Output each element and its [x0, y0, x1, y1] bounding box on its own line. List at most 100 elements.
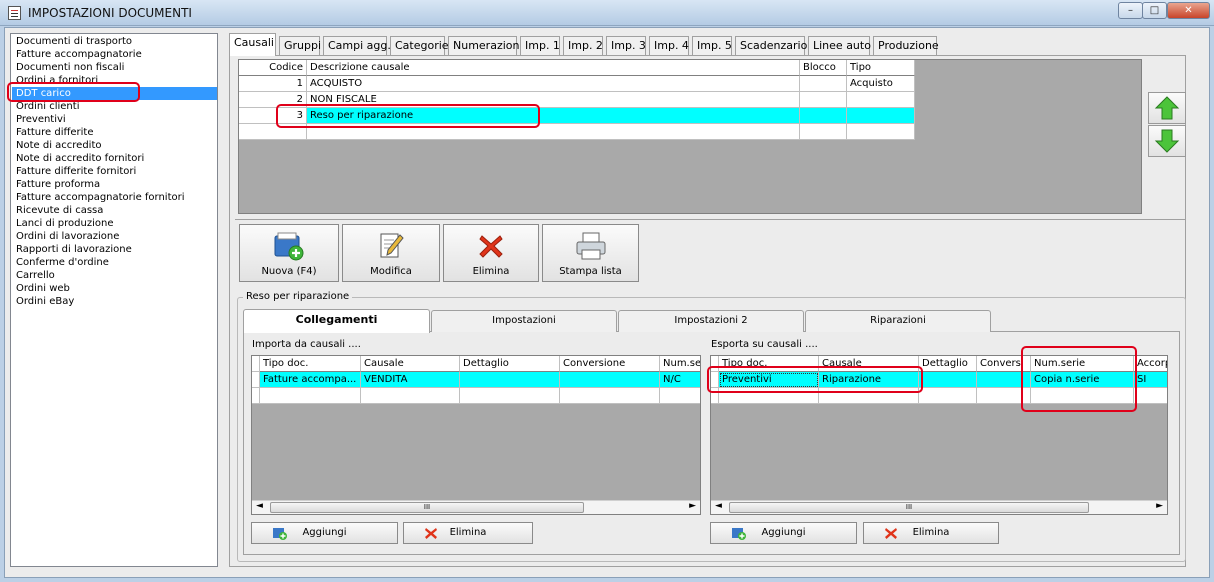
- horizontal-scrollbar[interactable]: ◄ III ►: [252, 500, 700, 514]
- new-button[interactable]: Nuova (F4): [239, 224, 339, 282]
- edit-button[interactable]: Modifica: [342, 224, 440, 282]
- list-item[interactable]: Documenti di trasporto: [12, 35, 217, 48]
- scroll-right-icon[interactable]: ►: [689, 501, 696, 511]
- add-document-icon: [274, 232, 304, 261]
- minimize-button[interactable]: –: [1118, 2, 1143, 19]
- column-header[interactable]: Accorp: [1134, 356, 1167, 372]
- table-cell[interactable]: [847, 92, 915, 108]
- importa-add-button[interactable]: Aggiungi: [251, 522, 398, 544]
- esporta-delete-button[interactable]: Elimina: [863, 522, 999, 544]
- table-cell-selected[interactable]: VENDITA: [361, 372, 460, 388]
- tab-imp-3[interactable]: Imp. 3: [606, 36, 646, 55]
- table-cell[interactable]: Acquisto: [847, 76, 915, 92]
- column-header[interactable]: Conversione: [560, 356, 660, 372]
- table-cell[interactable]: [660, 388, 700, 404]
- list-item[interactable]: Documenti non fiscali: [12, 61, 217, 74]
- table-cell[interactable]: [460, 388, 560, 404]
- table-cell[interactable]: [800, 92, 847, 108]
- print-list-button[interactable]: Stampa lista: [542, 224, 639, 282]
- column-header[interactable]: Causale: [361, 356, 460, 372]
- esporta-add-button[interactable]: Aggiungi: [710, 522, 857, 544]
- tab-numerazioni[interactable]: Numerazioni: [448, 36, 523, 55]
- table-cell[interactable]: [800, 76, 847, 92]
- document-settings-icon: [8, 6, 21, 20]
- list-item[interactable]: Note di accredito: [12, 139, 217, 152]
- list-item[interactable]: Fatture differite: [12, 126, 217, 139]
- table-cell-selected[interactable]: N/C: [660, 372, 700, 388]
- column-header[interactable]: Dettaglio: [460, 356, 560, 372]
- list-item[interactable]: Fatture accompagnatorie fornitori: [12, 191, 217, 204]
- importa-delete-button[interactable]: Elimina: [403, 522, 533, 544]
- tab-linee-auto[interactable]: Linee auto: [808, 36, 871, 55]
- table-cell[interactable]: [800, 124, 847, 140]
- table-cell-selected[interactable]: [919, 372, 977, 388]
- edit-document-icon: [380, 233, 404, 258]
- table-cell[interactable]: [260, 388, 361, 404]
- tab-imp-4[interactable]: Imp. 4: [649, 36, 689, 55]
- column-header[interactable]: Blocco: [800, 60, 847, 76]
- table-cell[interactable]: [560, 388, 660, 404]
- list-item[interactable]: Ricevute di cassa: [12, 204, 217, 217]
- divider: [235, 219, 1186, 220]
- importa-grid[interactable]: Tipo doc. Causale Dettaglio Conversione …: [251, 355, 701, 515]
- table-cell-selected[interactable]: [460, 372, 560, 388]
- scroll-thumb[interactable]: III: [270, 502, 584, 513]
- tab-scadenzario[interactable]: Scadenzario: [735, 36, 807, 55]
- move-down-button[interactable]: [1148, 125, 1186, 157]
- table-cell[interactable]: ACQUISTO: [307, 76, 800, 92]
- column-header[interactable]: Codice: [239, 60, 307, 76]
- tab-campi-agg[interactable]: Campi agg.: [323, 36, 391, 55]
- list-item[interactable]: Fatture proforma: [12, 178, 217, 191]
- scroll-right-icon[interactable]: ►: [1156, 501, 1163, 511]
- table-cell-selected[interactable]: [560, 372, 660, 388]
- table-cell-selected[interactable]: Fatture accompa...: [260, 372, 361, 388]
- list-item[interactable]: Rapporti di lavorazione: [12, 243, 217, 256]
- tab-gruppi[interactable]: Gruppi: [279, 36, 321, 55]
- table-cell-selected[interactable]: [847, 108, 915, 124]
- table-cell[interactable]: 1: [239, 76, 307, 92]
- move-up-button[interactable]: [1148, 92, 1186, 124]
- table-cell[interactable]: [361, 388, 460, 404]
- tab-imp-5[interactable]: Imp. 5: [692, 36, 732, 55]
- list-item[interactable]: Ordini di lavorazione: [12, 230, 217, 243]
- tab-imp-2[interactable]: Imp. 2: [563, 36, 603, 55]
- column-header[interactable]: Tipo doc.: [260, 356, 361, 372]
- list-item[interactable]: Ordini eBay: [12, 295, 217, 308]
- table-cell[interactable]: [919, 388, 977, 404]
- list-item[interactable]: Carrello: [12, 269, 217, 282]
- list-item[interactable]: Lanci di produzione: [12, 217, 217, 230]
- column-header[interactable]: Descrizione causale: [307, 60, 800, 76]
- delete-x-icon: [479, 235, 503, 258]
- table-cell-selected[interactable]: [800, 108, 847, 124]
- list-item[interactable]: Fatture accompagnatorie: [12, 48, 217, 61]
- tab-causali[interactable]: Causali: [229, 33, 276, 56]
- list-item[interactable]: Ordini web: [12, 282, 217, 295]
- list-item[interactable]: Conferme d'ordine: [12, 256, 217, 269]
- tab-collegamenti[interactable]: Collegamenti: [243, 309, 430, 333]
- list-item[interactable]: Fatture differite fornitori: [12, 165, 217, 178]
- table-cell-selected[interactable]: SI: [1134, 372, 1167, 388]
- table-cell[interactable]: [847, 124, 915, 140]
- tab-categorie[interactable]: Categorie: [390, 36, 449, 55]
- column-header[interactable]: Dettaglio: [919, 356, 977, 372]
- list-item[interactable]: Note di accredito fornitori: [12, 152, 217, 165]
- table-cell[interactable]: [1134, 388, 1167, 404]
- list-item[interactable]: Preventivi: [12, 113, 217, 126]
- tab-produzione[interactable]: Produzione: [873, 36, 939, 55]
- tab-riparazioni[interactable]: Riparazioni: [805, 310, 991, 332]
- edit-button-label: Modifica: [370, 266, 412, 277]
- delete-button[interactable]: Elimina: [443, 224, 539, 282]
- maximize-button[interactable]: □: [1142, 2, 1167, 19]
- scroll-left-icon[interactable]: ◄: [256, 501, 263, 511]
- document-type-list[interactable]: Documenti di trasporto Fatture accompagn…: [10, 33, 218, 567]
- tab-impostazioni-2[interactable]: Impostazioni 2: [618, 310, 804, 332]
- column-header[interactable]: Tipo: [847, 60, 915, 76]
- column-header[interactable]: Num.se: [660, 356, 700, 372]
- close-button[interactable]: ✕: [1167, 2, 1210, 19]
- scroll-thumb[interactable]: III: [729, 502, 1089, 513]
- tab-impostazioni[interactable]: Impostazioni: [431, 310, 617, 332]
- scroll-left-icon[interactable]: ◄: [715, 501, 722, 511]
- horizontal-scrollbar[interactable]: ◄ III ►: [711, 500, 1167, 514]
- tab-imp-1[interactable]: Imp. 1: [520, 36, 560, 55]
- causali-grid[interactable]: Codice Descrizione causale Blocco Tipo 1…: [238, 59, 1142, 214]
